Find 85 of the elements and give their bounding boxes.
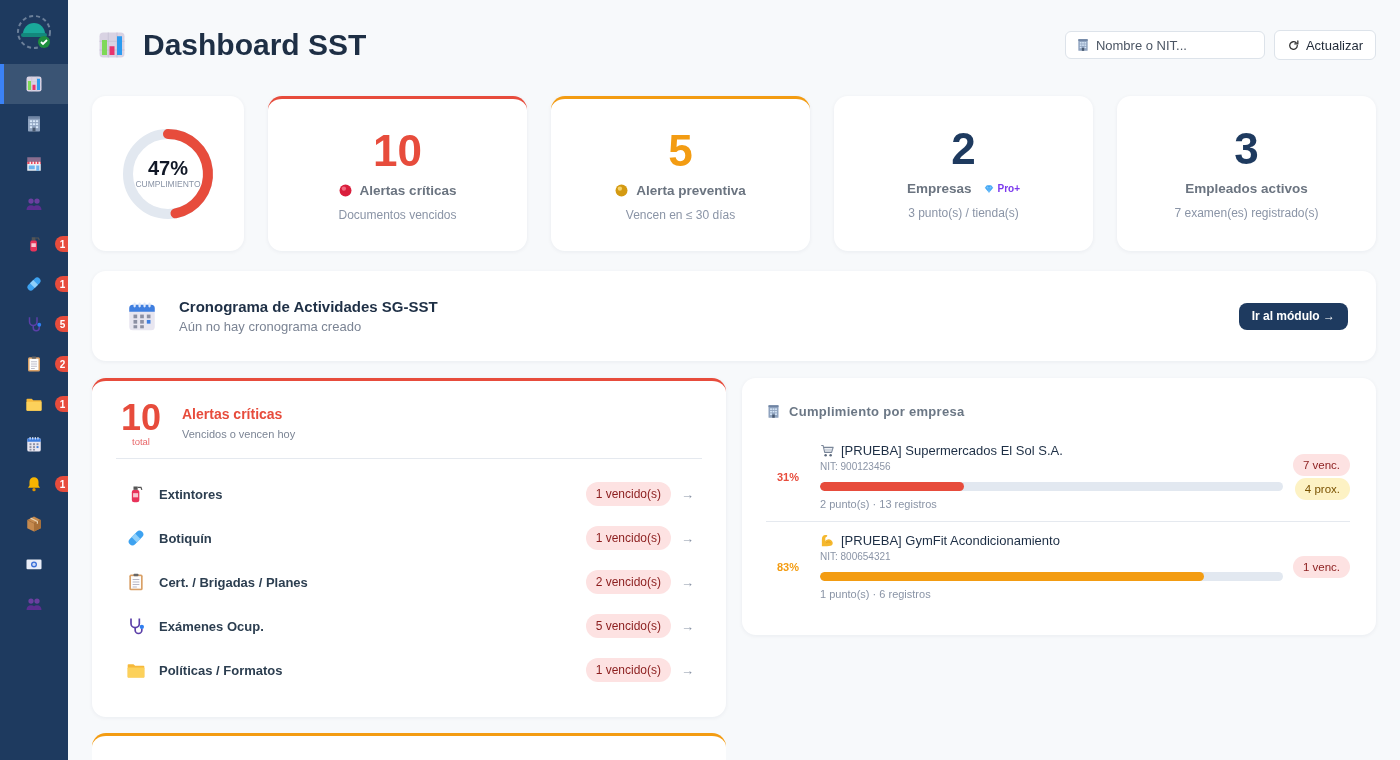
ring-label: CUMPLIMIENTO — [135, 179, 201, 189]
stat-caption: Vencen en ≤ 30 días — [625, 207, 736, 222]
schedule-title: Cronograma de Actividades SG-SST — [179, 298, 439, 315]
alert-label[interactable]: Cert. / Brigadas / Planes — [159, 574, 586, 590]
stat-label: Empleados activos — [1185, 181, 1308, 196]
bar-chart-icon — [25, 75, 43, 93]
notification-badge: 1 — [55, 476, 68, 492]
building-icon — [1075, 38, 1090, 52]
stat-value: 10 — [373, 128, 422, 173]
building-icon — [25, 115, 43, 133]
alert-label[interactable]: Exámenes Ocup. — [159, 618, 586, 634]
alert-label[interactable]: Políticas / Formatos — [159, 662, 586, 678]
company-details: 2 punto(s) · 13 registros — [820, 497, 937, 511]
company-details: 1 punto(s) · 6 registros — [820, 587, 931, 601]
helmet-check-icon — [16, 14, 52, 50]
stat-value: 3 — [1234, 127, 1259, 171]
panel-title: Cumplimiento por empresa — [789, 403, 965, 419]
overdue-pill: 2 vencido(s) — [585, 570, 671, 594]
status-tag: 4 prox. — [1294, 477, 1350, 500]
stat-caption: 3 punto(s) / tienda(s) — [908, 206, 1019, 220]
overdue-pill: 1 vencido(s) — [585, 482, 671, 506]
company-name: [PRUEBA] Supermercados El Sol S.A. — [841, 442, 1063, 458]
company-nit: NIT: 900123456 — [820, 460, 891, 474]
alerts-title: Alertas críticas — [182, 406, 284, 422]
clipboard-icon — [126, 572, 146, 592]
people-icon — [25, 595, 43, 613]
status-tag: 1 venc. — [1292, 555, 1350, 578]
stat-label: Empresas — [906, 181, 972, 196]
bell-icon — [25, 475, 43, 493]
refresh-button[interactable]: Actualizar — [1273, 30, 1376, 60]
stat-value: 5 — [668, 128, 693, 173]
compliance-percent: 31% — [776, 470, 800, 483]
nav-item[interactable]: 5 — [0, 304, 68, 344]
status-tag: 7 venc. — [1292, 453, 1350, 476]
nav-item[interactable]: 1 — [0, 224, 68, 264]
alert-label[interactable]: Botiquín — [159, 530, 586, 546]
clipboard-icon — [25, 355, 43, 373]
nav-item[interactable]: 2 — [0, 344, 68, 384]
people-icon — [25, 195, 43, 213]
row-arrow[interactable]: → — [681, 574, 694, 590]
stat-value: 2 — [951, 127, 976, 171]
store-icon — [25, 155, 43, 173]
dot-icon — [615, 183, 629, 197]
flexed-arm-icon — [820, 532, 835, 548]
alert-label[interactable]: Extintores — [159, 486, 586, 502]
bar-chart-icon — [97, 30, 127, 60]
refresh-icon — [1286, 38, 1300, 52]
ring-percentage: 47% — [148, 158, 188, 178]
alert-total: 10 — [120, 400, 161, 436]
dot-icon — [338, 183, 352, 197]
schedule-subtitle: Aún no hay cronograma creado — [179, 319, 363, 334]
compliance-percent: 83% — [776, 560, 800, 573]
company-name: [PRUEBA] GymFit Acondicionamiento — [841, 532, 1060, 548]
notification-badge: 1 — [55, 276, 68, 292]
notification-badge: 1 — [55, 236, 68, 252]
nav-item[interactable]: 1 — [0, 384, 68, 424]
overdue-pill: 1 vencido(s) — [585, 658, 671, 682]
page-title: Dashboard SST — [143, 30, 367, 60]
row-arrow[interactable]: → — [681, 618, 694, 634]
diamond-icon — [983, 183, 994, 194]
nav-item[interactable]: 1 — [0, 464, 68, 504]
module-button[interactable]: Ir al módulo → — [1238, 302, 1348, 330]
row-arrow[interactable]: → — [681, 662, 694, 678]
alerts-subtitle: Vencidos o vencen hoy — [182, 428, 296, 440]
shopping-cart-icon — [820, 442, 835, 458]
company-nit: NIT: 800654321 — [820, 550, 891, 564]
stat-label: Alerta preventiva — [636, 182, 746, 198]
notification-badge: 5 — [55, 316, 68, 332]
alert-total-label: total — [132, 436, 150, 448]
plan-label: Pro+ — [997, 183, 1021, 194]
notification-badge: 2 — [55, 356, 68, 372]
building-icon — [766, 403, 781, 419]
row-arrow[interactable]: → — [681, 486, 694, 502]
row-arrow[interactable]: → — [681, 530, 694, 546]
overdue-pill: 5 vencido(s) — [585, 614, 671, 638]
stat-caption: Documentos vencidos — [338, 207, 457, 222]
nav-item[interactable]: 1 — [0, 264, 68, 304]
search-field[interactable]: Nombre o NIT... — [1064, 31, 1265, 59]
overdue-pill: 1 vencido(s) — [585, 526, 671, 550]
calendar-icon — [25, 435, 43, 453]
stat-label: Alertas críticas — [359, 182, 457, 198]
box-icon — [25, 515, 43, 533]
notification-badge: 1 — [55, 396, 68, 412]
nav-item[interactable] — [0, 64, 68, 104]
stat-caption: 7 examen(es) registrado(s) — [1174, 206, 1319, 220]
